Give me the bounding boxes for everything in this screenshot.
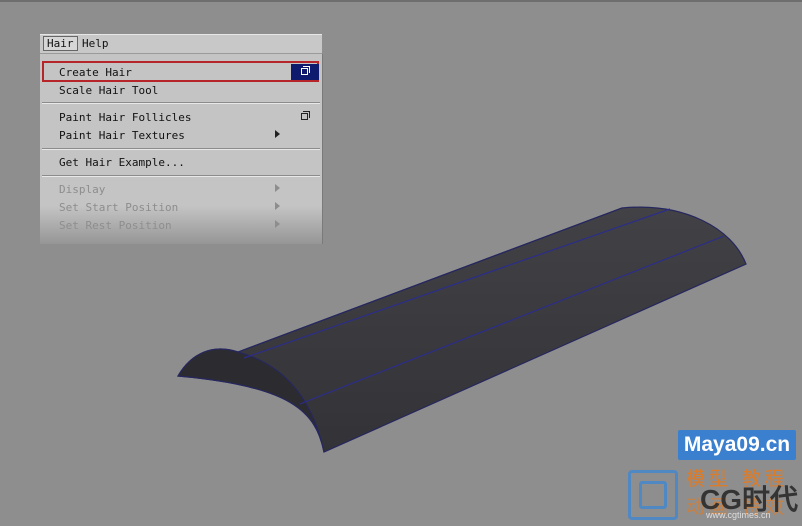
menu-item-set-start-position[interactable]: Set Start Position (40, 198, 322, 216)
option-box-icon-back (303, 66, 310, 73)
submenu-arrow-icon (275, 184, 280, 192)
menu-item-set-rest-position[interactable]: Set Rest Position (40, 216, 322, 234)
option-box-icon-back (303, 111, 310, 118)
paint-hair-textures-label: Paint Hair Textures (59, 129, 185, 142)
watermark-site-badge: Maya09.cn (678, 430, 796, 460)
menu-item-get-hair-example[interactable]: Get Hair Example... (40, 153, 322, 171)
submenu-arrow-icon (275, 130, 280, 138)
menu-bar: Hair Help (40, 34, 322, 54)
paint-hair-follicles-label: Paint Hair Follicles (59, 111, 192, 124)
hair-menu-dropdown: Create Hair Scale Hair Tool Paint Hair F… (40, 54, 323, 244)
menu-item-scale-hair-tool[interactable]: Scale Hair Tool (40, 81, 322, 99)
menu-item-paint-hair-follicles[interactable]: Paint Hair Follicles (40, 108, 322, 126)
menu-item-paint-hair-textures[interactable]: Paint Hair Textures (40, 126, 322, 144)
display-label: Display (59, 183, 106, 196)
menu-item-display[interactable]: Display (40, 180, 322, 198)
get-hair-example-label: Get Hair Example... (59, 156, 185, 169)
watermark-logo-inner (639, 481, 667, 509)
submenu-arrow-icon (275, 202, 280, 210)
create-hair-option-box[interactable] (291, 64, 319, 80)
menu-separator (42, 148, 320, 150)
menu-item-create-hair[interactable]: Create Hair (40, 63, 322, 81)
watermark-url: www.cgtimes.cn (706, 510, 771, 520)
menu-hair[interactable]: Hair (43, 36, 78, 51)
menu-separator (42, 102, 320, 104)
submenu-arrow-icon (275, 220, 280, 228)
watermark-logo-icon (628, 470, 678, 520)
paint-follicles-option-box[interactable] (301, 111, 310, 120)
set-rest-position-label: Set Rest Position (59, 219, 172, 232)
menu-help[interactable]: Help (79, 37, 112, 50)
create-hair-label: Create Hair (59, 66, 132, 79)
menu-separator (42, 175, 320, 177)
scale-hair-tool-label: Scale Hair Tool (59, 84, 159, 97)
set-start-position-label: Set Start Position (59, 201, 179, 214)
